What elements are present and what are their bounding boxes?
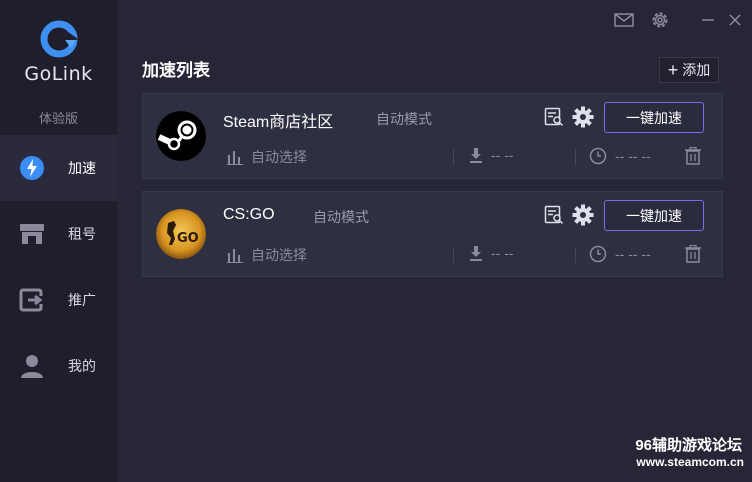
nav-label: 加速 bbox=[68, 160, 96, 176]
mail-button[interactable] bbox=[613, 11, 635, 29]
divider bbox=[575, 247, 576, 263]
stats-row: 自动选择 -- -- -- -- -- bbox=[143, 244, 724, 268]
game-name: CS:GO bbox=[223, 206, 275, 223]
trash-icon bbox=[685, 244, 701, 263]
clock-icon bbox=[589, 245, 607, 263]
gear-icon bbox=[572, 106, 594, 128]
accelerate-button[interactable]: 一键加速 bbox=[604, 200, 704, 231]
add-game-button[interactable]: + 添加 bbox=[659, 57, 719, 83]
divider bbox=[575, 149, 576, 165]
nav-label: 推广 bbox=[68, 292, 96, 308]
divider bbox=[453, 247, 454, 263]
add-label: 添加 bbox=[682, 62, 711, 78]
clock-icon bbox=[589, 147, 607, 165]
game-card-csgo: GO CS:GO 自动模式 一键加速 自动选择 -- -- -- -- -- bbox=[142, 191, 723, 277]
download-stat: -- -- bbox=[469, 245, 514, 261]
game-settings-button[interactable] bbox=[572, 106, 594, 128]
minimize-icon bbox=[702, 19, 714, 21]
bar-chart-icon bbox=[227, 151, 243, 165]
game-log-button[interactable] bbox=[543, 204, 565, 226]
download-stat: -- -- bbox=[469, 147, 514, 163]
app-name: GoLink bbox=[24, 63, 93, 85]
download-icon bbox=[470, 246, 482, 261]
watermark-title: 96辅助游戏论坛 bbox=[635, 437, 742, 454]
sidebar: GoLink 体验版 加速 租号 推广 我的 bbox=[0, 0, 117, 482]
download-value: -- -- bbox=[491, 147, 514, 163]
share-icon bbox=[17, 285, 47, 315]
minimize-button[interactable] bbox=[699, 11, 717, 29]
delete-game-button[interactable] bbox=[684, 244, 702, 268]
plus-icon: + bbox=[667, 60, 679, 80]
time-value: -- -- -- bbox=[615, 246, 651, 262]
divider bbox=[453, 149, 454, 165]
store-icon bbox=[17, 219, 47, 249]
document-search-icon bbox=[544, 205, 564, 225]
download-value: -- -- bbox=[491, 245, 514, 261]
node-select[interactable]: 自动选择 bbox=[227, 147, 307, 167]
gear-icon bbox=[572, 204, 594, 226]
nav-item-accelerate[interactable]: 加速 bbox=[0, 135, 117, 201]
trash-icon bbox=[685, 146, 701, 165]
game-name: Steam商店社区 bbox=[223, 114, 334, 131]
nav-item-mine[interactable]: 我的 bbox=[0, 333, 117, 399]
download-icon bbox=[470, 148, 482, 163]
time-value: -- -- -- bbox=[615, 148, 651, 164]
time-stat: -- -- -- bbox=[589, 147, 651, 165]
game-card-steam: Steam商店社区 自动模式 一键加速 自动选择 -- -- -- -- -- bbox=[142, 93, 723, 179]
game-settings-button[interactable] bbox=[572, 204, 594, 226]
accelerate-button[interactable]: 一键加速 bbox=[604, 102, 704, 133]
stats-row: 自动选择 -- -- -- -- -- bbox=[143, 146, 724, 170]
node-label: 自动选择 bbox=[251, 247, 307, 263]
bar-chart-icon bbox=[227, 249, 243, 263]
logo: GoLink bbox=[0, 18, 117, 85]
lightning-icon bbox=[17, 153, 47, 183]
watermark-url: www.steamcom.cn bbox=[636, 455, 744, 469]
document-search-icon bbox=[544, 107, 564, 127]
delete-game-button[interactable] bbox=[684, 146, 702, 170]
mode-label[interactable]: 自动模式 bbox=[376, 109, 432, 129]
node-label: 自动选择 bbox=[251, 149, 307, 165]
close-icon bbox=[729, 14, 741, 26]
close-button[interactable] bbox=[726, 11, 744, 29]
edition-label: 体验版 bbox=[38, 111, 78, 126]
game-log-button[interactable] bbox=[543, 106, 565, 128]
nav-label: 我的 bbox=[68, 358, 96, 374]
svg-text:GO: GO bbox=[177, 231, 199, 246]
page-title: 加速列表 bbox=[142, 61, 210, 80]
nav-label: 租号 bbox=[68, 226, 96, 242]
mail-icon bbox=[614, 13, 634, 27]
nav-item-promote[interactable]: 推广 bbox=[0, 267, 117, 333]
user-icon bbox=[17, 351, 47, 381]
settings-icon bbox=[652, 12, 668, 28]
settings-button[interactable] bbox=[649, 9, 671, 31]
mode-label[interactable]: 自动模式 bbox=[313, 207, 369, 227]
node-select[interactable]: 自动选择 bbox=[227, 245, 307, 265]
golink-logo-icon bbox=[40, 20, 78, 58]
time-stat: -- -- -- bbox=[589, 245, 651, 263]
nav-item-rent[interactable]: 租号 bbox=[0, 201, 117, 267]
